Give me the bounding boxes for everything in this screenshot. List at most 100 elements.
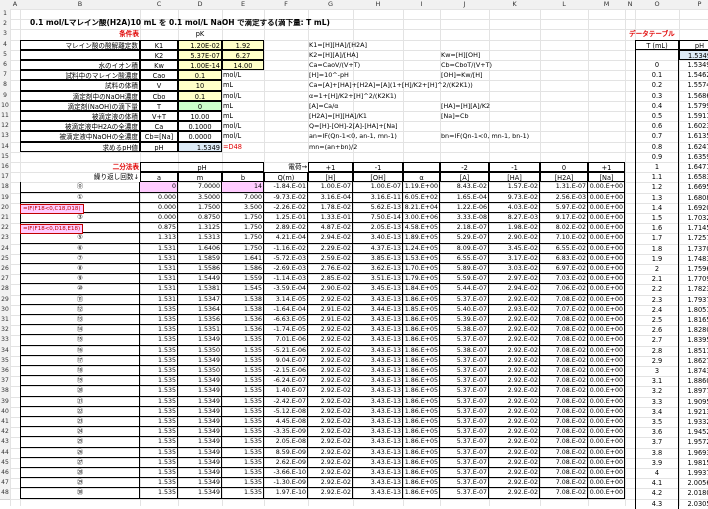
bisection-cell[interactable]: 0.00.E+00 [588, 182, 625, 193]
bisection-cell[interactable]: 1.535 [140, 488, 178, 499]
bisection-cell[interactable]: 1.5356 [178, 315, 222, 326]
select-all-corner[interactable] [0, 0, 10, 9]
column-header[interactable]: C [140, 0, 179, 9]
bisection-cell[interactable]: 3.00.E+06 [403, 213, 440, 224]
data-table-ph[interactable]: 1.7257 [679, 233, 708, 243]
bisection-cell[interactable]: 1.7500 [178, 202, 222, 213]
bisection-cell[interactable]: 2.93.E-02 [489, 304, 540, 315]
bisection-cell[interactable]: 1.85.E+05 [403, 304, 440, 315]
bisection-cell[interactable]: 1.40.E-07 [264, 386, 308, 397]
condition-value[interactable]: 0.1000 [178, 121, 222, 132]
bisection-cell[interactable]: 2.92.E-02 [489, 294, 540, 305]
bisection-cell[interactable]: 1.86.E+05 [403, 325, 440, 336]
bisection-cell[interactable]: 3.43.E-13 [353, 406, 403, 417]
bisection-cell[interactable]: 1.535 [222, 376, 264, 387]
column-header[interactable]: E [222, 0, 265, 9]
bisection-cell[interactable]: 7.08.E-02 [540, 457, 588, 468]
bisection-cell[interactable]: 6.05.E+02 [403, 192, 440, 203]
bisection-cell[interactable]: 1.535 [140, 386, 178, 397]
bisection-cell[interactable]: 1.535 [222, 447, 264, 458]
bisection-cell[interactable]: 7.07.E-02 [540, 304, 588, 315]
bisection-cell[interactable]: -1.16.E-02 [264, 243, 308, 254]
bisection-cell[interactable]: 1.86.E+05 [403, 478, 440, 489]
bisection-cell[interactable]: 1.00.E-07 [308, 182, 353, 193]
bisection-cell[interactable]: 2.92.E-02 [308, 335, 353, 346]
bisection-cell[interactable]: 5.37.E-07 [440, 478, 489, 489]
bisection-cell[interactable]: 0.00.E+00 [588, 253, 625, 264]
data-table-ph[interactable]: 1.6135 [679, 131, 708, 141]
bisection-cell[interactable]: 1.535 [222, 345, 264, 356]
pk-value[interactable]: 14.00 [222, 60, 264, 71]
bisection-cell[interactable]: 7.08.E-02 [540, 335, 588, 346]
bisection-cell[interactable]: 1.86.E+05 [403, 457, 440, 468]
bisection-cell[interactable]: 1.86.E+05 [403, 488, 440, 499]
data-table-ph[interactable]: 1.8977 [679, 386, 708, 396]
bisection-cell[interactable]: 3.45.E-13 [353, 284, 403, 295]
bisection-cell[interactable]: 5.38.E-07 [440, 345, 489, 356]
bisection-cell[interactable]: 1.5349 [178, 417, 222, 428]
bisection-cell[interactable]: 6.97.E-02 [540, 264, 588, 275]
bisection-cell[interactable]: 2.05.E-08 [264, 437, 308, 448]
bisection-cell[interactable]: -2.69.E-03 [264, 264, 308, 275]
bisection-cell[interactable]: 1.535 [140, 325, 178, 336]
condition-value[interactable]: 10.00 [178, 111, 222, 122]
bisection-cell[interactable]: 1.5449 [178, 274, 222, 285]
bisection-cell[interactable]: 0.875 [140, 223, 178, 234]
bisection-cell[interactable]: 3.43.E-13 [353, 396, 403, 407]
bisection-cell[interactable]: 1.535 [222, 437, 264, 448]
bisection-cell[interactable]: 1.5349 [178, 478, 222, 489]
bisection-cell[interactable]: 0.00.E+00 [588, 406, 625, 417]
bisection-cell[interactable]: 1.535 [140, 427, 178, 438]
bisection-cell[interactable]: 3.43.E-13 [353, 315, 403, 326]
bisection-cell[interactable]: 7.08.E-02 [540, 396, 588, 407]
bisection-cell[interactable]: 8.43.E-02 [440, 182, 489, 193]
data-table-ph[interactable]: 1.7370 [679, 244, 708, 254]
bisection-cell[interactable]: 1.531 [140, 274, 178, 285]
bisection-cell[interactable]: 9.73.E-02 [489, 192, 540, 203]
data-table-ph[interactable]: 1.8051 [679, 305, 708, 315]
bisection-cell[interactable]: 0.00.E+00 [588, 325, 625, 336]
bisection-cell[interactable]: 2.59.E-02 [308, 253, 353, 264]
bisection-cell[interactable]: 1.531 [140, 243, 178, 254]
condition-value[interactable]: 0.1 [178, 90, 222, 101]
bisection-cell[interactable]: 1.5349 [178, 335, 222, 346]
bisection-cell[interactable]: 1.535 [222, 468, 264, 479]
data-table-ph[interactable]: 2.0305 [679, 499, 708, 509]
bisection-cell[interactable]: 5.62.E-13 [353, 202, 403, 213]
bisection-cell[interactable]: 2.29.E-02 [308, 243, 353, 254]
data-table-ph[interactable]: 1.7937 [679, 295, 708, 305]
data-table-ph[interactable]: 1.7823 [679, 284, 708, 294]
data-table-ph[interactable]: 1.8743 [679, 366, 708, 376]
bisection-cell[interactable]: 1.31.E-07 [540, 182, 588, 193]
bisection-cell[interactable]: 7.50.E-14 [353, 213, 403, 224]
bisection-cell[interactable]: -3.35.E-09 [264, 427, 308, 438]
bisection-cell[interactable]: 0.00.E+00 [588, 468, 625, 479]
bisection-cell[interactable]: 1.5349 [178, 447, 222, 458]
column-header[interactable]: I [403, 0, 441, 9]
data-table-ph[interactable]: 1.7596 [679, 264, 708, 274]
data-table-ph[interactable]: 2.0180 [679, 488, 708, 498]
bisection-cell[interactable]: 0.00.E+00 [588, 376, 625, 387]
bisection-cell[interactable]: 1.535 [222, 335, 264, 346]
bisection-cell[interactable]: 3.5000 [178, 192, 222, 203]
bisection-cell[interactable]: 1.536 [222, 315, 264, 326]
bisection-cell[interactable]: 1.86.E+05 [403, 417, 440, 428]
bisection-cell[interactable]: 1.535 [140, 417, 178, 428]
bisection-cell[interactable]: 0.000 [140, 192, 178, 203]
data-table-ph[interactable]: 1.6023 [679, 121, 708, 131]
bisection-cell[interactable]: 2.92.E-02 [489, 366, 540, 377]
bisection-cell[interactable]: 1.5349 [178, 376, 222, 387]
bisection-cell[interactable]: 3.43.E-13 [353, 345, 403, 356]
bisection-cell[interactable]: 0.00.E+00 [588, 233, 625, 244]
bisection-cell[interactable]: 2.92.E-02 [489, 468, 540, 479]
bisection-cell[interactable]: 1.641 [222, 253, 264, 264]
bisection-cell[interactable]: 0.00.E+00 [588, 417, 625, 428]
data-table-ph[interactable]: 1.7483 [679, 254, 708, 264]
bisection-cell[interactable]: 1.5859 [178, 253, 222, 264]
bisection-cell[interactable]: 8.27.E-03 [489, 213, 540, 224]
bisection-cell[interactable]: -5.12.E-08 [264, 406, 308, 417]
bisection-cell[interactable]: 2.92.E-02 [308, 468, 353, 479]
data-table-ph[interactable]: 1.9213 [679, 407, 708, 417]
bisection-cell[interactable]: 2.92.E-02 [308, 366, 353, 377]
bisection-cell[interactable]: 7.08.E-02 [540, 417, 588, 428]
